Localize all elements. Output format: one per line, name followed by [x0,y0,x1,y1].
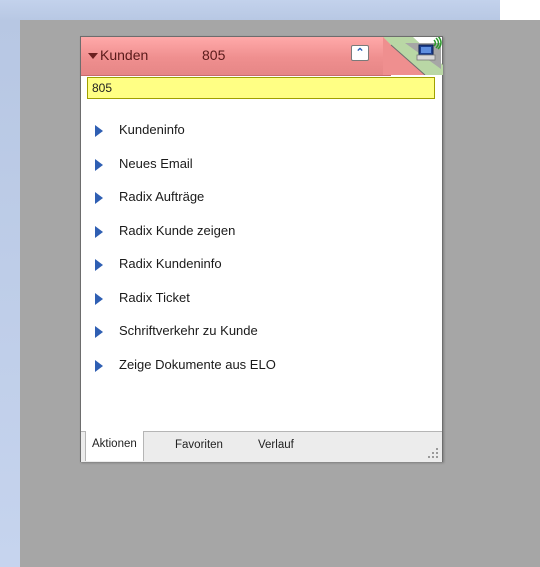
play-arrow-icon [95,292,103,305]
expand-triangle-icon[interactable] [88,53,98,59]
customer-panel: Kunden 805 ⌃ Kundeninfo Neues Email Radi… [80,36,443,462]
tab-favoriten[interactable]: Favoriten [169,432,229,461]
action-schriftverkehr[interactable]: Schriftverkehr zu Kunde [93,318,433,352]
desktop-background-top [0,0,540,20]
action-radix-kunde-zeigen[interactable]: Radix Kunde zeigen [93,218,433,252]
play-arrow-icon [95,225,103,238]
action-kundeninfo[interactable]: Kundeninfo [93,117,433,151]
action-list: Kundeninfo Neues Email Radix Aufträge Ra… [93,117,433,385]
tab-aktionen[interactable]: Aktionen [85,431,144,461]
play-arrow-icon [95,192,103,204]
action-radix-ticket[interactable]: Radix Ticket [93,285,433,319]
action-radix-kundeninfo[interactable]: Radix Kundeninfo [93,251,433,285]
customer-search-input[interactable] [87,77,435,99]
play-arrow-icon [95,359,103,372]
action-label: Kundeninfo [119,122,185,137]
panel-title: Kunden [100,47,149,63]
action-label: Neues Email [119,155,193,171]
tab-verlauf[interactable]: Verlauf [252,432,300,461]
customer-number: 805 [202,47,226,63]
action-label: Radix Aufträge [119,189,205,204]
play-arrow-icon [95,259,103,271]
action-neues-email[interactable]: Neues Email [93,151,433,185]
panel-header[interactable]: Kunden 805 ⌃ [81,37,391,76]
action-label: Radix Kunde zeigen [119,222,236,238]
action-label: Radix Kundeninfo [119,256,222,271]
action-label: Radix Ticket [119,289,190,305]
action-zeige-dokumente-elo[interactable]: Zeige Dokumente aus ELO [93,352,433,386]
panel-tab-bar: Aktionen Favoriten Verlauf [81,431,442,462]
action-label: Schriftverkehr zu Kunde [119,323,258,338]
play-arrow-icon [95,125,103,137]
resize-grip-icon[interactable] [427,447,439,459]
chevron-double-up-icon[interactable]: ⌃ [351,45,369,61]
desktop-background-left [0,20,20,567]
network-computer-icon [383,37,443,75]
action-label: Zeige Dokumente aus ELO [119,356,276,372]
action-radix-auftraege[interactable]: Radix Aufträge [93,184,433,218]
desktop-white-strip [500,0,540,20]
play-arrow-icon [95,326,103,338]
play-arrow-icon [95,158,103,171]
